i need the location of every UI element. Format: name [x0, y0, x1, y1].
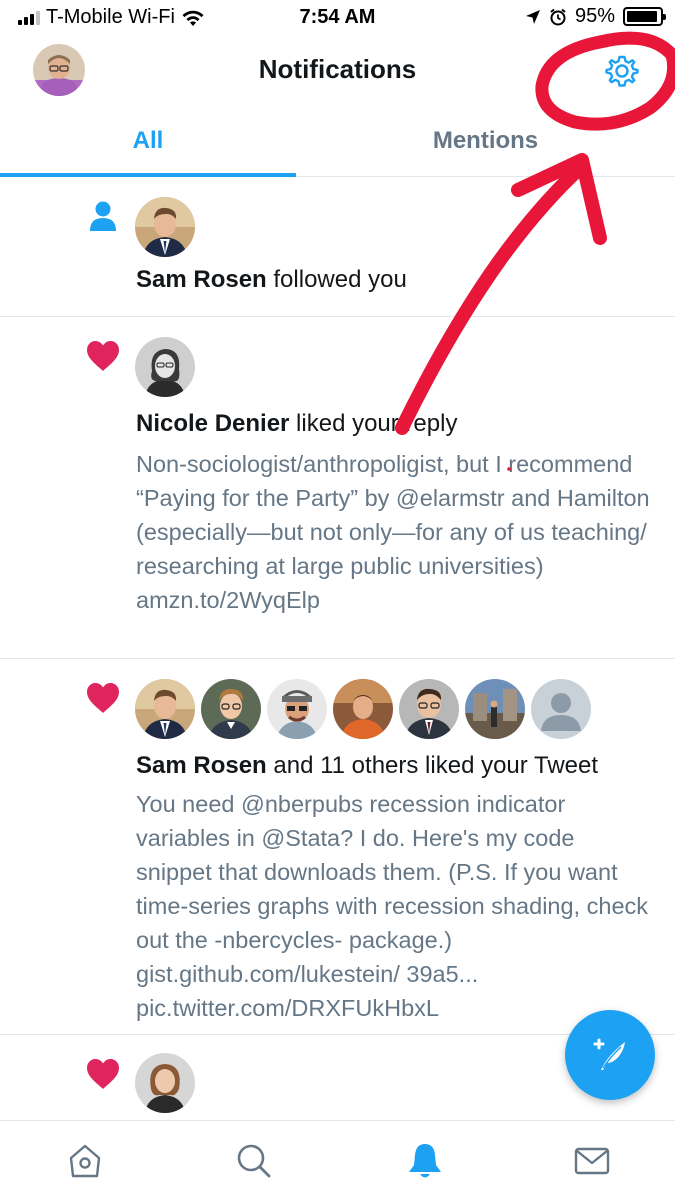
gear-icon[interactable]	[603, 52, 641, 90]
battery-icon	[623, 7, 666, 26]
mail-icon[interactable]	[572, 1141, 612, 1181]
compose-tweet-button[interactable]	[565, 1010, 655, 1100]
alarm-clock-icon	[550, 8, 566, 25]
notification-tabs: All Mentions	[0, 106, 675, 177]
notification-action: and 11 others liked your Tweet	[266, 752, 599, 779]
avatar[interactable]	[135, 679, 195, 739]
header: Notifications	[0, 36, 675, 106]
avatar[interactable]	[399, 679, 459, 739]
notification-item[interactable]: Sam Rosen and 11 others liked your Tweet…	[0, 659, 675, 1035]
home-icon[interactable]	[65, 1141, 105, 1181]
notification-action: followed you	[266, 266, 407, 293]
tweet-preview[interactable]: You need @nberpubs recession indicator v…	[136, 787, 656, 1025]
status-bar: T-Mobile Wi-Fi 7:54 AM 95%	[0, 0, 675, 36]
bell-icon[interactable]	[405, 1141, 445, 1181]
search-icon[interactable]	[234, 1141, 274, 1181]
page-title: Notifications	[258, 54, 417, 84]
avatar[interactable]	[333, 679, 393, 739]
location-arrow-icon	[525, 9, 540, 24]
tweet-preview[interactable]: Non-sociologist/anthropoligist, but I re…	[136, 447, 656, 617]
compose-feather-icon	[593, 1038, 625, 1070]
battery-percent: 95%	[574, 5, 615, 27]
heart-icon	[87, 683, 119, 713]
tab-mentions[interactable]: Mentions	[296, 106, 675, 176]
notification-item[interactable]: Nicole Denier liked your reply Non-socio…	[0, 317, 675, 659]
avatar[interactable]	[135, 337, 195, 397]
heart-icon	[87, 1059, 119, 1089]
battery-level	[627, 11, 658, 22]
actor-name[interactable]: Sam Rosen	[136, 752, 267, 779]
avatar[interactable]	[267, 679, 327, 739]
tab-all[interactable]: All	[0, 106, 296, 176]
avatar-default-icon[interactable]	[531, 679, 591, 739]
heart-icon	[87, 341, 119, 371]
actor-name[interactable]: Nicole Denier	[136, 410, 289, 437]
bottom-tab-bar	[0, 1120, 675, 1200]
avatar[interactable]	[201, 679, 261, 739]
avatar[interactable]	[465, 679, 525, 739]
actor-name[interactable]: Sam Rosen	[136, 266, 267, 293]
notification-action: liked your reply	[289, 410, 458, 437]
avatar[interactable]	[135, 1053, 195, 1113]
person-icon	[90, 201, 116, 231]
notification-item[interactable]: Sam Rosen followed you	[0, 177, 675, 317]
avatar[interactable]	[135, 197, 195, 257]
